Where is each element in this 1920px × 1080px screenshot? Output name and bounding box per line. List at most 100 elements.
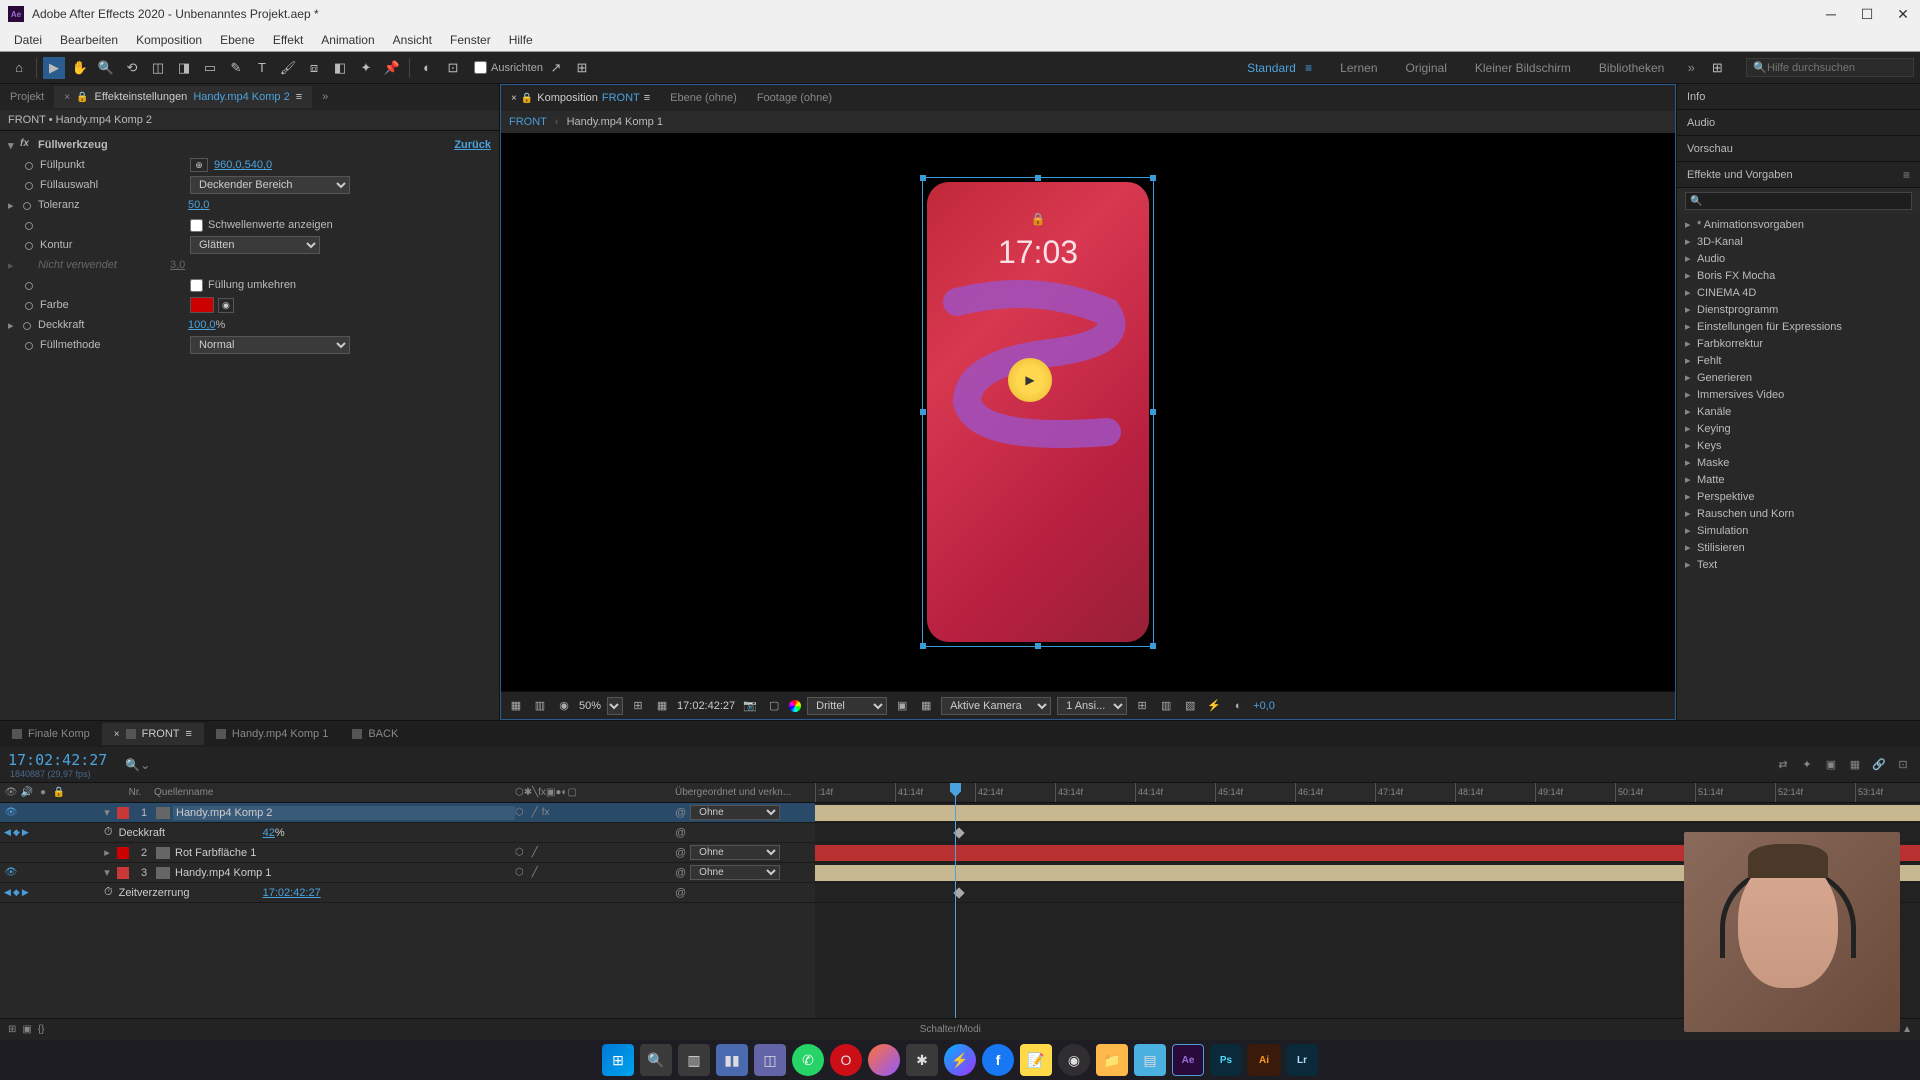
stopwatch-icon[interactable] <box>22 178 36 192</box>
next-kf-icon[interactable]: ▶ <box>22 887 29 898</box>
effects-category[interactable]: ▸CINEMA 4D <box>1677 284 1920 301</box>
stamp-tool[interactable]: ⧈ <box>303 57 325 79</box>
stopwatch-icon[interactable]: ⏱ <box>104 886 113 899</box>
eraser-tool[interactable]: ◧ <box>329 57 351 79</box>
parent-dropdown[interactable]: Ohne <box>690 865 780 880</box>
close-icon[interactable]: × <box>511 93 517 104</box>
timeline-timecode[interactable]: 17:02:42:27 <box>8 751 107 769</box>
zoom-level[interactable]: 50% <box>579 700 601 712</box>
visibility-toggle[interactable]: 👁 <box>4 867 18 878</box>
minimize-button[interactable]: ─ <box>1822 5 1840 23</box>
property-value[interactable]: 42 <box>263 827 275 839</box>
effects-category[interactable]: ▸Perspektive <box>1677 488 1920 505</box>
composition-viewer[interactable]: 🔒 17:03 <box>501 133 1675 691</box>
taskbar-obs[interactable]: ◉ <box>1058 1044 1090 1076</box>
res-icon[interactable]: ⊞ <box>629 697 647 715</box>
color-mgmt-icon[interactable] <box>789 700 801 712</box>
effects-category[interactable]: ▸Kanäle <box>1677 403 1920 420</box>
stopwatch-icon[interactable] <box>22 238 36 252</box>
color-swatch[interactable] <box>190 297 214 313</box>
effects-category[interactable]: ▸Keys <box>1677 437 1920 454</box>
pickwhip-icon[interactable]: @ <box>675 847 686 859</box>
snapshot-icon[interactable]: 📷 <box>741 697 759 715</box>
opacity-value[interactable]: 100,0 <box>188 319 216 331</box>
stopwatch-icon[interactable] <box>22 278 36 292</box>
crosshair-icon[interactable]: ⊕ <box>190 158 208 172</box>
add-kf-icon[interactable]: ◆ <box>13 887 20 898</box>
pickwhip-icon[interactable]: @ <box>675 827 686 839</box>
taskbar-folder[interactable]: 📁 <box>1096 1044 1128 1076</box>
timeline-layer-row[interactable]: ▸2Rot Farbfläche 1⬡╱@Ohne <box>0 843 815 863</box>
property-value[interactable]: 17:02:42:27 <box>263 887 321 899</box>
prev-kf-icon[interactable]: ◀ <box>4 827 11 838</box>
twirl-icon[interactable]: ▸ <box>8 319 20 332</box>
menu-ansicht[interactable]: Ansicht <box>385 30 440 50</box>
taskbar-messenger[interactable]: ⚡ <box>944 1044 976 1076</box>
grid-icon[interactable]: ▦ <box>653 697 671 715</box>
grid-toggle-icon[interactable]: ▥ <box>531 697 549 715</box>
puppet-tool[interactable]: 📌 <box>381 57 403 79</box>
effects-category[interactable]: ▸Stilisieren <box>1677 539 1920 556</box>
effects-category[interactable]: ▸Keying <box>1677 420 1920 437</box>
camera-tool[interactable]: ◫ <box>147 57 169 79</box>
parent-dropdown[interactable]: Ohne <box>690 845 780 860</box>
tl-zoom-in-icon[interactable]: ▲ <box>1902 1024 1912 1035</box>
taskbar-illustrator[interactable]: Ai <box>1248 1044 1280 1076</box>
tab-audio[interactable]: Audio <box>1677 110 1920 136</box>
twirl-icon[interactable]: ▸ <box>8 259 20 272</box>
home-tool[interactable]: ⌂ <box>8 57 30 79</box>
taskbar-notes[interactable]: 📝 <box>1020 1044 1052 1076</box>
effects-category[interactable]: ▸Fehlt <box>1677 352 1920 369</box>
effects-category[interactable]: ▸Simulation <box>1677 522 1920 539</box>
menu-datei[interactable]: Datei <box>6 30 50 50</box>
stopwatch-icon[interactable] <box>20 318 34 332</box>
taskbar-search[interactable]: 🔍 <box>640 1044 672 1076</box>
panel-menu-icon[interactable]: ≡ <box>644 92 650 104</box>
view-opt-2-icon[interactable]: ▥ <box>1157 697 1175 715</box>
fast-preview-icon[interactable]: ⚡ <box>1205 697 1223 715</box>
selection-tool[interactable]: ▶ <box>43 57 65 79</box>
pan-behind-tool[interactable]: ◨ <box>173 57 195 79</box>
rotate-tool[interactable]: ⟲ <box>121 57 143 79</box>
prev-kf-icon[interactable]: ◀ <box>4 887 11 898</box>
taskbar-taskview[interactable]: ▥ <box>678 1044 710 1076</box>
tl-tool-1[interactable]: ⇄ <box>1774 756 1792 774</box>
snap-opt-2[interactable]: ⊞ <box>571 57 593 79</box>
effects-category[interactable]: ▸Audio <box>1677 250 1920 267</box>
effects-category[interactable]: ▸Einstellungen für Expressions <box>1677 318 1920 335</box>
effects-tree[interactable]: ▸* Animationsvorgaben▸3D-Kanal▸Audio▸Bor… <box>1677 214 1920 720</box>
stopwatch-icon[interactable] <box>22 218 36 232</box>
rect-tool[interactable]: ▭ <box>199 57 221 79</box>
taskbar-lightroom[interactable]: Lr <box>1286 1044 1318 1076</box>
timeline-layer-row[interactable]: 👁▾1Handy.mp4 Komp 2⬡╱fx@Ohne <box>0 803 815 823</box>
layer-bounding-box[interactable]: 🔒 17:03 <box>922 177 1154 647</box>
workspace-bibliotheken[interactable]: Bibliotheken <box>1585 55 1678 81</box>
property-row[interactable]: ◀◆▶⏱Deckkraft42%@ <box>0 823 815 843</box>
layer-bar[interactable] <box>815 805 1920 821</box>
tl-tool-2[interactable]: ✦ <box>1798 756 1816 774</box>
viewer-timecode[interactable]: 17:02:42:27 <box>677 700 735 712</box>
layer-twirl[interactable]: ▾ <box>100 866 114 879</box>
stopwatch-icon[interactable] <box>22 338 36 352</box>
effects-category[interactable]: ▸* Animationsvorgaben <box>1677 216 1920 233</box>
timeline-layer-row[interactable]: 👁▾3Handy.mp4 Komp 1⬡╱@Ohne <box>0 863 815 883</box>
threshold-checkbox[interactable]: Schwellenwerte anzeigen <box>190 219 333 232</box>
pen-tool[interactable]: ✎ <box>225 57 247 79</box>
visibility-toggle[interactable]: 👁 <box>4 807 18 818</box>
taskbar-notepad[interactable]: ▤ <box>1134 1044 1166 1076</box>
stopwatch-icon[interactable] <box>20 198 34 212</box>
zoom-dropdown[interactable] <box>607 697 623 715</box>
menu-effekt[interactable]: Effekt <box>265 30 311 50</box>
tl-tool-4[interactable]: ▦ <box>1846 756 1864 774</box>
blendmode-dropdown[interactable]: Normal <box>190 336 350 354</box>
roi-icon[interactable]: ▣ <box>893 697 911 715</box>
taskbar-after-effects[interactable]: Ae <box>1172 1044 1204 1076</box>
tab-info[interactable]: Info <box>1677 84 1920 110</box>
tab-composition[interactable]: × 🔒 Komposition FRONT ≡ <box>501 87 660 109</box>
pickwhip-icon[interactable]: @ <box>675 887 686 899</box>
taskbar-app-1[interactable]: ✱ <box>906 1044 938 1076</box>
taskbar-opera[interactable]: O <box>830 1044 862 1076</box>
eyedropper-icon[interactable]: ◉ <box>218 298 234 313</box>
comp-nav-front[interactable]: FRONT <box>509 116 547 128</box>
next-kf-icon[interactable]: ▶ <box>22 827 29 838</box>
